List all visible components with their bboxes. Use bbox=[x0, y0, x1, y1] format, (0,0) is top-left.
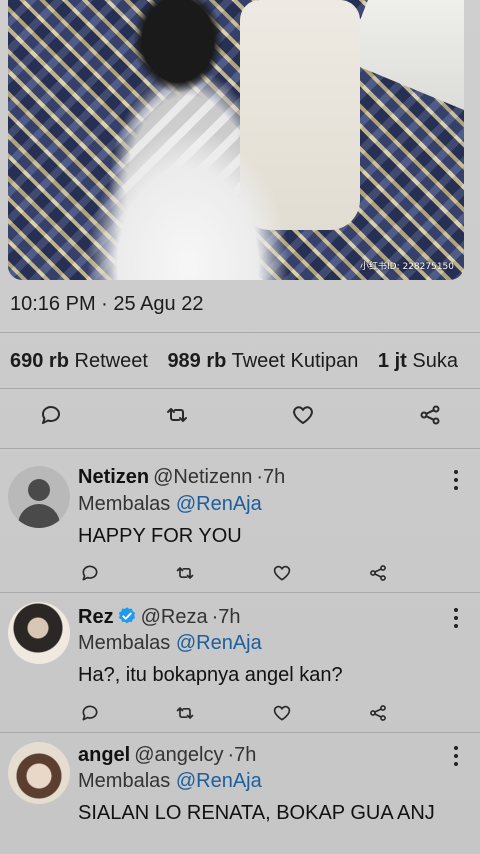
reply-author-handle[interactable]: @Reza bbox=[141, 606, 208, 628]
retweet-stat-label: Retweet bbox=[74, 350, 148, 372]
reply-icon[interactable] bbox=[38, 402, 64, 428]
replying-prefix: Membalas bbox=[78, 770, 171, 792]
tweet-timestamp: 10:16 PM · 25 Agu 22 bbox=[10, 293, 204, 315]
tweet-photo[interactable]: 小红书ID: 228275150 bbox=[8, 0, 464, 280]
default-avatar-body bbox=[18, 504, 60, 528]
bride-hair bbox=[118, 0, 238, 120]
reply-icon[interactable] bbox=[77, 700, 103, 726]
tweet-stats: 690 rb Retweet 989 rb Tweet Kutipan 1 jt… bbox=[10, 350, 472, 373]
reply-header: Rez @Reza ·7h bbox=[78, 606, 241, 629]
tweet-detail-screen: 小红书ID: 228275150 10:16 PM · 25 Agu 22 69… bbox=[0, 0, 480, 854]
reply-text: HAPPY FOR YOU bbox=[78, 525, 242, 547]
quote-tweet-count: 989 rb bbox=[167, 350, 227, 372]
photo-watermark: 小红书ID: 228275150 bbox=[359, 262, 454, 272]
reply-header: Netizen @Netizenn ·7h bbox=[78, 466, 285, 489]
divider bbox=[0, 332, 480, 333]
retweet-icon[interactable] bbox=[164, 402, 190, 428]
divider bbox=[0, 448, 480, 449]
divider bbox=[0, 592, 480, 593]
reply-item[interactable]: Rez @Reza ·7h Membalas @RenAja Ha?, itu bo… bbox=[0, 596, 480, 730]
share-icon[interactable] bbox=[417, 402, 443, 428]
like-icon[interactable] bbox=[269, 700, 295, 726]
reply-text: SIALAN LO RENATA, BOKAP GUA ANJ bbox=[78, 802, 435, 824]
avatar[interactable] bbox=[8, 466, 70, 528]
reply-header: angel @angelcy ·7h bbox=[78, 744, 256, 767]
bride-dress bbox=[53, 95, 323, 280]
replying-to: Membalas @RenAja bbox=[78, 770, 262, 793]
replying-mention[interactable]: @RenAja bbox=[176, 632, 262, 654]
reply-author-handle[interactable]: @Netizenn bbox=[153, 466, 252, 488]
verified-badge-icon bbox=[118, 607, 135, 624]
replying-to: Membalas @RenAja bbox=[78, 632, 262, 655]
reply-action-bar bbox=[0, 560, 480, 586]
share-icon[interactable] bbox=[365, 700, 391, 726]
share-icon[interactable] bbox=[365, 560, 391, 586]
replying-prefix: Membalas bbox=[78, 493, 171, 515]
like-stat[interactable]: 1 jt Suka bbox=[378, 350, 458, 372]
reply-time: 7h bbox=[263, 466, 286, 488]
more-options-icon[interactable] bbox=[452, 608, 460, 628]
reply-item[interactable]: angel @angelcy ·7h Membalas @RenAja SIALAN… bbox=[0, 736, 480, 854]
retweet-stat[interactable]: 690 rb Retweet bbox=[10, 350, 148, 372]
divider bbox=[0, 388, 480, 389]
replying-prefix: Membalas bbox=[78, 632, 171, 654]
retweet-icon[interactable] bbox=[172, 700, 198, 726]
like-icon[interactable] bbox=[269, 560, 295, 586]
more-options-icon[interactable] bbox=[452, 746, 460, 766]
retweet-count: 690 rb bbox=[10, 350, 69, 372]
replying-mention[interactable]: @RenAja bbox=[176, 770, 262, 792]
reply-author-name[interactable]: Rez bbox=[78, 606, 114, 628]
default-avatar-head bbox=[28, 479, 50, 501]
reply-action-bar bbox=[0, 700, 480, 726]
reply-text: Ha?, itu bokapnya angel kan? bbox=[78, 664, 343, 686]
retweet-icon[interactable] bbox=[172, 560, 198, 586]
reply-author-name[interactable]: Netizen bbox=[78, 466, 149, 488]
reply-time: 7h bbox=[234, 744, 257, 766]
quote-tweet-stat[interactable]: 989 rb Tweet Kutipan bbox=[167, 350, 358, 372]
quote-tweet-stat-label: Tweet Kutipan bbox=[231, 350, 359, 372]
reply-item[interactable]: Netizen @Netizenn ·7h Membalas @RenAja HAP… bbox=[0, 458, 480, 588]
divider bbox=[0, 732, 480, 733]
reply-icon[interactable] bbox=[77, 560, 103, 586]
replying-to: Membalas @RenAja bbox=[78, 493, 262, 516]
reply-author-handle[interactable]: @angelcy bbox=[134, 744, 223, 766]
like-stat-label: Suka bbox=[412, 350, 458, 372]
avatar[interactable] bbox=[8, 742, 70, 804]
replying-mention[interactable]: @RenAja bbox=[176, 493, 262, 515]
reply-time: 7h bbox=[218, 606, 241, 628]
tweet-action-bar bbox=[0, 402, 480, 436]
reply-author-name[interactable]: angel bbox=[78, 744, 130, 766]
like-count: 1 jt bbox=[377, 350, 407, 372]
more-options-icon[interactable] bbox=[452, 470, 460, 490]
like-icon[interactable] bbox=[290, 402, 316, 428]
avatar[interactable] bbox=[8, 602, 70, 664]
